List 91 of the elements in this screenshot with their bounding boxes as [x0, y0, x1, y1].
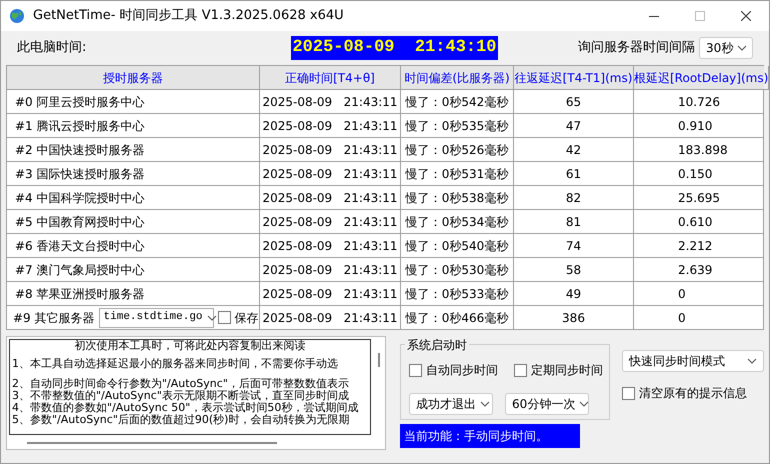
table-cell: 2025-08-09 21:43:11 [260, 138, 401, 162]
table-cell: 81 [514, 210, 634, 234]
table-cell: 2025-08-09 21:43:11 [260, 162, 401, 186]
status-bar: 当前功能：手动同步时间。 [400, 424, 580, 448]
checkbox-label: 定期同步时间 [531, 362, 603, 379]
column-header: 时间偏差(比服务器) [401, 66, 514, 90]
mode-dropdown[interactable]: 快速同步时间模式 [622, 350, 764, 372]
table-cell: #6 香港天文台授时中心 [7, 234, 260, 258]
table-cell: 0.150 [634, 162, 764, 186]
checkbox[interactable] [409, 364, 422, 376]
table-cell: 0 [634, 306, 764, 330]
table-cell: #0 阿里云授时服务中心 [7, 90, 260, 114]
checkbox[interactable] [622, 386, 635, 400]
table-cell: 25.695 [634, 186, 764, 210]
table-cell: #1 腾讯云授时服务中心 [7, 114, 260, 138]
notes-text-area[interactable] [9, 339, 371, 435]
notes-line: 5、参数"/AutoSync"后面的数值超过90(秒)时，会自动转换为无限期 [12, 414, 350, 426]
horizontal-scrollbar[interactable] [27, 442, 277, 444]
chevron-down-icon [480, 401, 490, 407]
table-cell: #4 中国科学院授时中心 [7, 186, 260, 210]
column-header: 授时服务器 [7, 66, 260, 90]
table-cell: #7 澳门气象局授时中心 [7, 258, 260, 282]
table-cell: 74 [514, 234, 634, 258]
checkbox-label: 自动同步时间 [426, 362, 498, 379]
column-header: 正确时间[T4+θ] [260, 66, 401, 90]
table-cell: 49 [514, 282, 634, 306]
table-cell: 386 [514, 306, 634, 330]
table-cell: 慢了：0秒534毫秒 [401, 210, 514, 234]
window-title: GetNetTime- 时间同步工具 V1.3.2025.0628 x64U [33, 7, 344, 26]
table-cell-text: #9 其它服务器 [13, 310, 95, 326]
clock-display: 2025-08-09 21:43:10 [291, 36, 498, 60]
table-cell: #2 中国快速授时服务器 [7, 138, 260, 162]
table-cell: 慢了：0秒533毫秒 [401, 282, 514, 306]
table-cell: 0.910 [634, 114, 764, 138]
table-cell: 慢了：0秒538毫秒 [401, 186, 514, 210]
group-title: 系统启动时 [405, 336, 469, 354]
interval-dropdown[interactable]: 30秒 [699, 37, 753, 59]
table-cell: 2025-08-09 21:43:11 [260, 258, 401, 282]
table-cell: 2.639 [634, 258, 764, 282]
table-cell: 61 [514, 162, 634, 186]
table-cell: 2025-08-09 21:43:11 [260, 114, 401, 138]
table-cell: 慢了：0秒535毫秒 [401, 114, 514, 138]
table-cell: #3 国际快速授时服务器 [7, 162, 260, 186]
table-cell: #5 中国教育网授时中心 [7, 210, 260, 234]
save-checkbox[interactable] [218, 311, 231, 324]
notes-heading: 初次使用本工具时，可将此处内容复制出来阅读 [74, 340, 306, 352]
table-cell: 慢了：0秒530毫秒 [401, 258, 514, 282]
column-header: 根延迟[RootDelay](ms) [634, 66, 769, 90]
table-cell: 58 [514, 258, 634, 282]
table-cell: 2025-08-09 21:43:11 [260, 234, 401, 258]
close-icon [741, 11, 751, 21]
table-cell: 42 [514, 138, 634, 162]
table-cell: 2025-08-09 21:43:11 [260, 90, 401, 114]
notes-line: 4、带数值的参数如"/AutoSync 50"，表示尝试时间50秒，尝试期间成 [12, 402, 360, 414]
notes-line: 2、自动同步时间命令行参数为"/AutoSync"，后面可带整数数值表示 [12, 378, 350, 390]
chevron-down-icon [737, 45, 748, 51]
table-cell: 慢了：0秒542毫秒 [401, 90, 514, 114]
chevron-down-icon [206, 314, 217, 320]
server-dropdown[interactable]: time.stdtime.go [98, 308, 214, 328]
column-header: 往返延迟[T4-T1](ms) [514, 66, 634, 90]
chevron-down-icon [747, 358, 757, 364]
table-cell: 0.610 [634, 210, 764, 234]
table-cell: 2.212 [634, 234, 764, 258]
interval-label: 询问服务器时间间隔 [578, 39, 695, 58]
maximize-icon [695, 11, 705, 21]
table-cell: #8 苹果亚洲授时服务器 [7, 282, 260, 306]
table-cell: 2025-08-09 21:43:11 [260, 210, 401, 234]
dropdown[interactable]: 成功才退出 [409, 393, 493, 415]
save-label: 保存 [234, 310, 259, 326]
table-cell: 0 [634, 282, 764, 306]
table-cell: 183.898 [634, 138, 764, 162]
checkbox[interactable] [514, 364, 527, 376]
notes-line: 1、本工具自动选择延迟最小的服务器来同步时间，不需要你手动选 [12, 358, 339, 370]
table-cell: 10.726 [634, 90, 764, 114]
table-cell: 2025-08-09 21:43:11 [260, 186, 401, 210]
table-cell: 65 [514, 90, 634, 114]
table-cell: 慢了：0秒466毫秒 [401, 306, 514, 330]
table-cell: 82 [514, 186, 634, 210]
table-cell: 慢了：0秒540毫秒 [401, 234, 514, 258]
chevron-down-icon [579, 401, 590, 407]
computer-time-label: 此电脑时间: [17, 39, 88, 58]
checkbox-label: 清空原有的提示信息 [639, 385, 747, 402]
table-cell: 47 [514, 114, 634, 138]
globe-icon [9, 8, 25, 24]
notes-line: 3、不带整数值的"/AutoSync"表示无限期不断尝试，直至同步时间成 [12, 390, 350, 402]
table-cell: 慢了：0秒526毫秒 [401, 138, 514, 162]
table-cell: 慢了：0秒531毫秒 [401, 162, 514, 186]
dropdown[interactable]: 60分钟一次 [505, 393, 589, 415]
vertical-scrollbar[interactable] [378, 353, 380, 367]
table-cell: 2025-08-09 21:43:11 [260, 282, 401, 306]
table-cell: 2025-08-09 21:43:11 [260, 306, 401, 330]
